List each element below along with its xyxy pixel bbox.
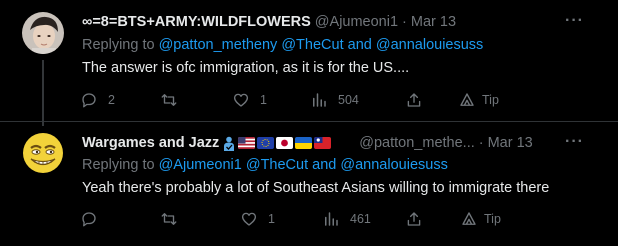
reply-button[interactable]: 2 bbox=[80, 91, 115, 109]
user-handle[interactable]: @Ajumeoni1 bbox=[315, 14, 398, 30]
more-icon[interactable]: ··· bbox=[565, 133, 584, 151]
mention-link[interactable]: @TheCut bbox=[246, 157, 308, 173]
mention-link[interactable]: @annalouiesuss bbox=[340, 157, 447, 173]
tweet[interactable]: ∞=8=BTS+ARMY:WILDFLOWERS @Ajumeoni1 · Ma… bbox=[0, 0, 618, 126]
tip-icon bbox=[460, 93, 474, 106]
like-button[interactable]: 1 bbox=[240, 210, 275, 228]
reply-icon bbox=[82, 93, 96, 108]
reply-icon bbox=[82, 212, 96, 227]
user-handle[interactable]: @patton_methe... bbox=[359, 135, 474, 151]
verified-emoji-icon bbox=[224, 136, 235, 151]
and-others-link[interactable]: and bbox=[348, 37, 372, 53]
tip-button[interactable]: Tip bbox=[460, 210, 501, 228]
tip-label: Tip bbox=[482, 93, 499, 107]
like-icon bbox=[241, 212, 257, 226]
views-icon bbox=[313, 93, 326, 107]
views-button[interactable]: 461 bbox=[322, 210, 371, 228]
like-count: 1 bbox=[268, 212, 275, 226]
share-icon bbox=[407, 93, 421, 107]
tip-icon bbox=[462, 212, 476, 225]
separator-dot: · bbox=[478, 135, 484, 151]
like-count: 1 bbox=[260, 93, 267, 107]
like-icon bbox=[233, 93, 249, 107]
retweet-icon bbox=[161, 213, 177, 225]
tip-button[interactable]: Tip bbox=[458, 91, 499, 109]
share-button[interactable] bbox=[405, 210, 423, 228]
thread-connector bbox=[42, 60, 44, 126]
views-button[interactable]: 504 bbox=[310, 91, 359, 109]
reply-button[interactable] bbox=[80, 210, 108, 228]
share-icon bbox=[407, 212, 421, 226]
separator-dot: · bbox=[402, 14, 407, 30]
tweet-header: ∞=8=BTS+ARMY:WILDFLOWERS @Ajumeoni1 · Ma… bbox=[82, 12, 456, 32]
reply-count: 2 bbox=[108, 93, 115, 107]
mention-link[interactable]: @TheCut bbox=[281, 37, 343, 53]
name-emoji-group bbox=[222, 135, 332, 152]
and-others-link[interactable]: and bbox=[312, 157, 336, 173]
tweet-actions: 1 461 Tip bbox=[80, 210, 520, 230]
flag-taiwan-icon bbox=[314, 137, 332, 149]
tweet-text: Yeah there's probably a lot of Southeast… bbox=[82, 180, 550, 196]
mention-link[interactable]: @Ajumeoni1 bbox=[159, 157, 242, 173]
views-icon bbox=[325, 212, 338, 226]
replying-to: Replying to @Ajumeoni1 @TheCut and @anna… bbox=[82, 157, 448, 173]
display-name[interactable]: ∞=8=BTS+ARMY:WILDFLOWERS bbox=[82, 14, 311, 30]
flag-usa-icon bbox=[238, 137, 256, 149]
avatar[interactable] bbox=[22, 12, 64, 54]
more-icon[interactable]: ··· bbox=[565, 12, 584, 30]
share-button[interactable] bbox=[405, 91, 423, 109]
replying-to-label: Replying to bbox=[82, 37, 155, 53]
like-button[interactable]: 1 bbox=[232, 91, 267, 109]
timestamp[interactable]: Mar 13 bbox=[488, 135, 533, 151]
tweet-text: The answer is ofc immigration, as it is … bbox=[82, 60, 410, 76]
mention-link[interactable]: @patton_metheny bbox=[159, 37, 278, 53]
view-count: 504 bbox=[338, 93, 359, 107]
timestamp[interactable]: Mar 13 bbox=[411, 14, 456, 30]
replying-to: Replying to @patton_metheny @TheCut and … bbox=[82, 37, 483, 53]
display-name[interactable]: Wargames and Jazz bbox=[82, 135, 219, 151]
view-count: 461 bbox=[350, 212, 371, 226]
retweet-icon bbox=[161, 94, 177, 106]
mention-link[interactable]: @annalouiesuss bbox=[376, 37, 483, 53]
tip-label: Tip bbox=[484, 212, 501, 226]
retweet-button[interactable] bbox=[160, 210, 188, 228]
flag-japan-icon bbox=[276, 137, 294, 149]
flag-eu-icon bbox=[257, 137, 275, 149]
tweet-header: Wargames and Jazz @patton_methe... · Mar… bbox=[82, 133, 533, 153]
replying-to-label: Replying to bbox=[82, 157, 155, 173]
flag-ukraine-icon bbox=[295, 137, 313, 149]
tweet-actions: 2 1 504 Tip bbox=[80, 91, 520, 111]
avatar[interactable] bbox=[22, 132, 64, 174]
retweet-button[interactable] bbox=[160, 91, 188, 109]
tweet[interactable]: Wargames and Jazz @patton_methe... · Mar… bbox=[0, 122, 618, 246]
